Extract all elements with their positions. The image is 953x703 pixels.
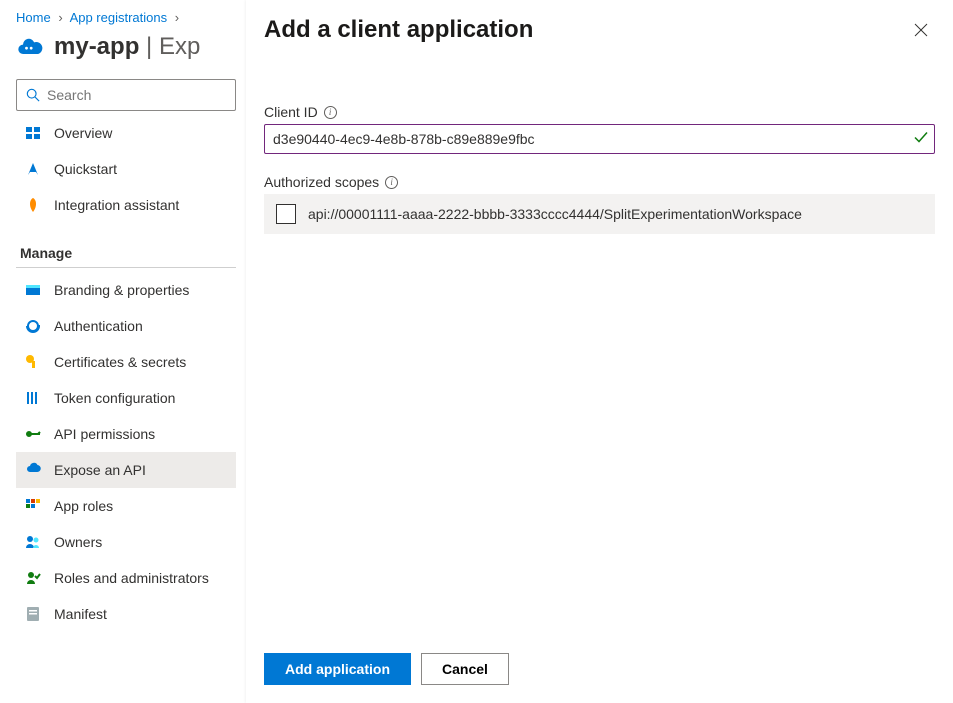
nav-label: Branding & properties [54, 282, 189, 298]
scope-row: api://00001111-aaaa-2222-bbbb-3333cccc44… [264, 194, 935, 234]
nav-label: Token configuration [54, 390, 175, 406]
nav-section-manage: Manage [16, 245, 240, 261]
nav-app-roles[interactable]: App roles [16, 488, 236, 524]
authentication-icon [24, 317, 42, 335]
page-title: my-app | Exp [54, 33, 200, 61]
add-client-panel: Add a client application Client ID i Aut… [246, 0, 953, 703]
nav-label: Authentication [54, 318, 143, 334]
close-icon [914, 23, 928, 37]
overview-icon [24, 124, 42, 142]
search-box[interactable] [16, 79, 236, 111]
nav-api-permissions[interactable]: API permissions [16, 416, 236, 452]
token-icon [24, 389, 42, 407]
nav-manifest[interactable]: Manifest [16, 596, 236, 632]
expose-api-icon [24, 461, 42, 479]
search-input[interactable] [47, 87, 227, 103]
scope-uri: api://00001111-aaaa-2222-bbbb-3333cccc44… [308, 206, 802, 222]
api-permissions-icon [24, 425, 42, 443]
nav-branding[interactable]: Branding & properties [16, 272, 236, 308]
divider [16, 267, 236, 268]
nav-certificates[interactable]: Certificates & secrets [16, 344, 236, 380]
roles-admins-icon [24, 569, 42, 587]
nav-owners[interactable]: Owners [16, 524, 236, 560]
nav-token-config[interactable]: Token configuration [16, 380, 236, 416]
search-icon [25, 88, 41, 102]
rocket-icon [24, 196, 42, 214]
nav-integration-assistant[interactable]: Integration assistant [16, 187, 236, 223]
nav-label: Certificates & secrets [54, 354, 186, 370]
breadcrumb-app-registrations[interactable]: App registrations [70, 10, 168, 25]
app-cloud-icon [16, 33, 44, 61]
chevron-right-icon: › [58, 10, 62, 25]
panel-title: Add a client application [264, 16, 533, 44]
scope-checkbox[interactable] [276, 204, 296, 224]
client-id-label: Client ID i [264, 104, 935, 120]
nav-label: Integration assistant [54, 197, 179, 213]
close-button[interactable] [907, 16, 935, 44]
nav-expose-api[interactable]: Expose an API [16, 452, 236, 488]
nav-authentication[interactable]: Authentication [16, 308, 236, 344]
nav-quickstart[interactable]: Quickstart [16, 151, 236, 187]
key-icon [24, 353, 42, 371]
nav-label: Overview [54, 125, 112, 141]
nav-label: Quickstart [54, 161, 117, 177]
nav-label: Owners [54, 534, 102, 550]
owners-icon [24, 533, 42, 551]
nav-overview[interactable]: Overview [16, 115, 236, 151]
nav-label: Roles and administrators [54, 570, 209, 586]
page-title-row: my-app | Exp [16, 33, 240, 61]
checkmark-icon [913, 130, 929, 149]
app-roles-icon [24, 497, 42, 515]
chevron-right-icon: › [175, 10, 179, 25]
nav-label: Manifest [54, 606, 107, 622]
quickstart-icon [24, 160, 42, 178]
info-icon[interactable]: i [324, 106, 337, 119]
info-icon[interactable]: i [385, 176, 398, 189]
branding-icon [24, 281, 42, 299]
breadcrumb-home[interactable]: Home [16, 10, 51, 25]
client-id-input[interactable] [264, 124, 935, 154]
nav-label: App roles [54, 498, 113, 514]
cancel-button[interactable]: Cancel [421, 653, 509, 685]
add-application-button[interactable]: Add application [264, 653, 411, 685]
nav-roles-admins[interactable]: Roles and administrators [16, 560, 236, 596]
breadcrumb: Home › App registrations › [16, 10, 240, 25]
nav-label: Expose an API [54, 462, 146, 478]
nav-label: API permissions [54, 426, 155, 442]
authorized-scopes-label: Authorized scopes i [264, 174, 935, 190]
manifest-icon [24, 605, 42, 623]
